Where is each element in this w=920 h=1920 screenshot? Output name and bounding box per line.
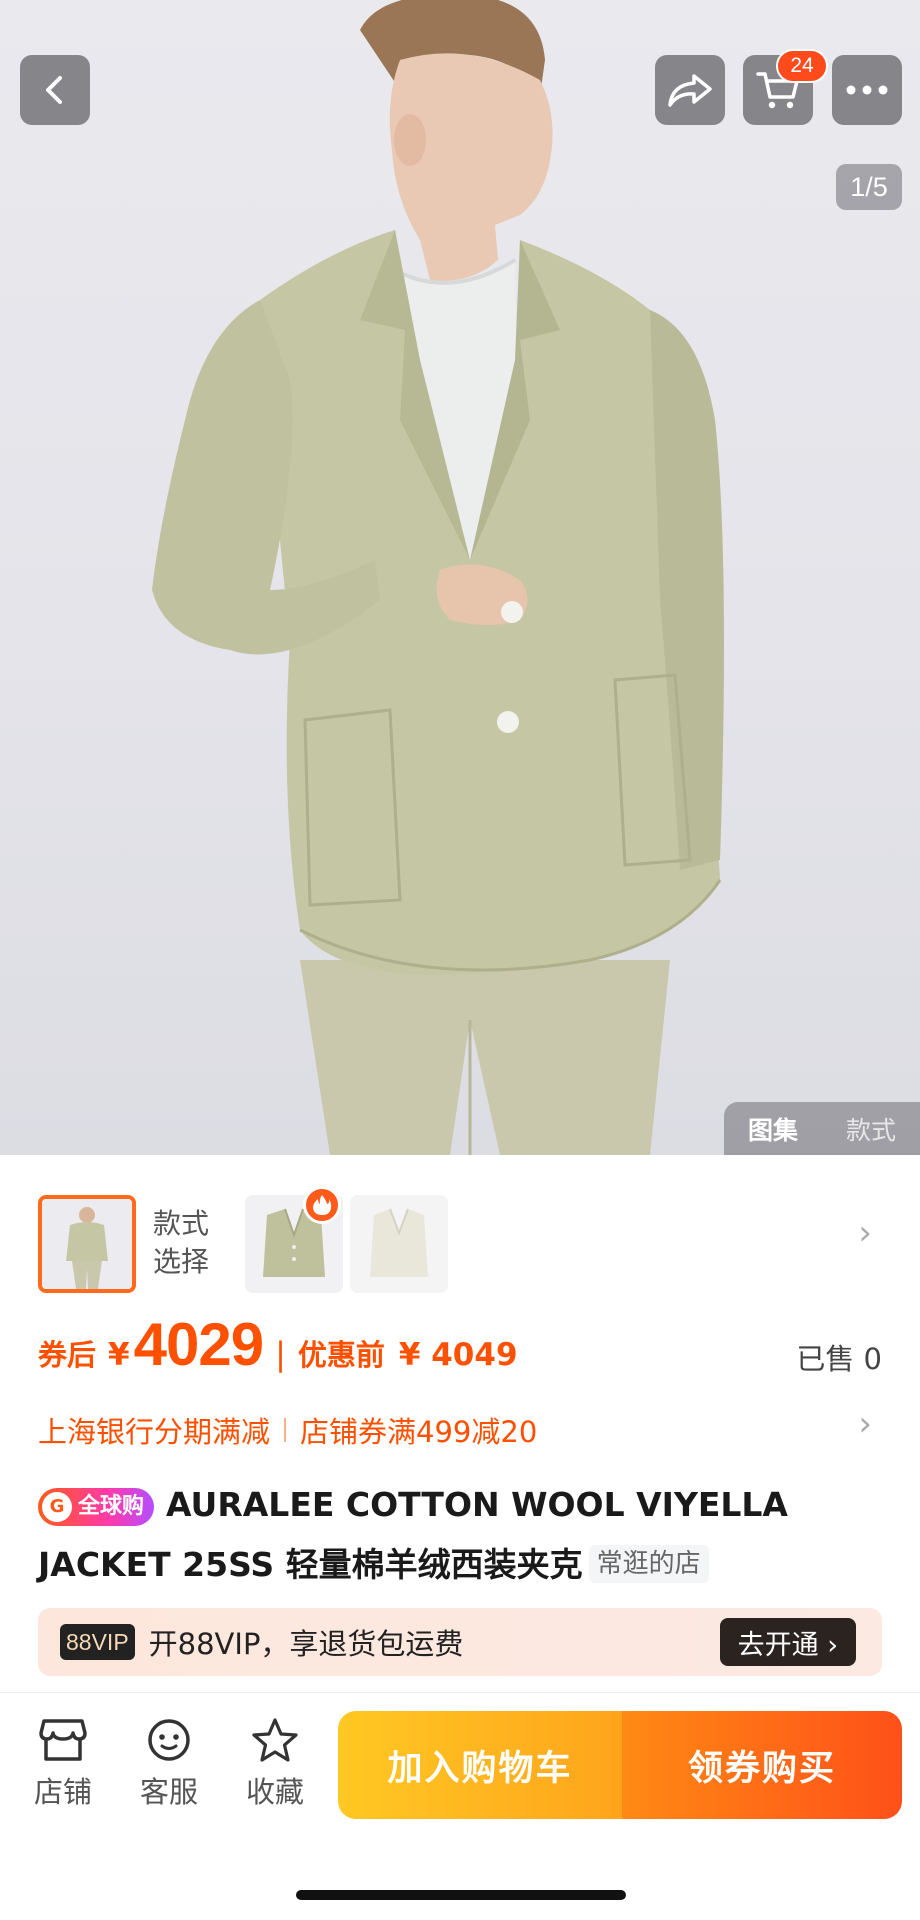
gallery-page-indicator: 1/5 [836,164,902,210]
star-icon [252,1718,298,1762]
global-purchase-badge: G 全球购 [38,1488,155,1526]
promo-divider [284,1418,287,1442]
tab-styles[interactable]: 款式 [822,1111,920,1147]
before-discount-price: ¥ 4049 [398,1337,518,1373]
product-title: G 全球购 AURALEE COTTON WOOL VIYELLA JACKET… [38,1475,888,1595]
currency-symbol: ¥ [108,1337,130,1373]
flame-icon [303,1186,341,1224]
favorite-label: 收藏 [245,1775,304,1809]
style-select-label: 款式 选择 [153,1205,223,1281]
home-indicator[interactable] [296,1890,626,1900]
vip-badge: 88VIP [60,1624,135,1660]
promo-bank-installment: 上海银行分期满减 [38,1415,271,1449]
style-thumb-image [42,1199,132,1289]
vip-activate-button[interactable]: 去开通 › [719,1618,856,1666]
chevron-left-icon [46,76,62,104]
customer-service-label: 客服 [139,1775,198,1809]
style-label-line1: 款式 [153,1207,210,1240]
chevron-right-icon[interactable]: › [858,1213,872,1253]
back-button[interactable] [20,55,90,125]
bottom-action-bar: 店铺 客服 收藏 加入购物车 领券购买 [0,1692,920,1920]
share-arrow-icon [668,74,712,107]
promo-store-coupon: 店铺券满499减20 [300,1415,538,1449]
product-photo [152,0,724,1155]
price-row: 券后 ¥ 4029 | 优惠前 ¥ 4049 [38,1310,518,1390]
vip-benefit-text: 开88VIP，享退货包运费 [148,1627,464,1661]
product-image-gallery[interactable]: 24 1/5 图集 款式 [0,0,920,1155]
style-thumb-3[interactable] [350,1195,448,1293]
after-coupon-price: 4029 [133,1311,264,1378]
store-icon [39,1719,87,1761]
customer-service-icon [148,1719,190,1761]
promotions-row[interactable]: 上海银行分期满减 店铺券满499减20 [38,1405,537,1455]
promo-chevron-right-icon[interactable]: › [858,1404,872,1444]
store-button[interactable]: 店铺 [18,1717,108,1811]
store-label: 店铺 [33,1775,92,1809]
share-button[interactable] [655,55,725,125]
tab-gallery[interactable]: 图集 [724,1111,822,1147]
after-coupon-label: 券后 [38,1338,97,1372]
before-discount-label: 优惠前 [297,1338,385,1372]
favorite-button[interactable]: 收藏 [230,1717,320,1811]
style-thumb-1[interactable] [38,1195,136,1293]
add-to-cart-button[interactable]: 加入购物车 [338,1711,622,1819]
more-button[interactable] [832,55,902,125]
cart-count-badge: 24 [776,49,828,83]
buy-with-coupon-button[interactable]: 领券购买 [622,1711,902,1819]
gallery-view-tabs: 图集 款式 [724,1102,920,1155]
global-badge-label: 全球购 [78,1494,145,1519]
global-logo-icon: G [42,1492,72,1522]
style-selector[interactable]: 款式 选择 › [0,1175,920,1295]
vip-banner[interactable]: 88VIP 开88VIP，享退货包运费 去开通 › [38,1608,882,1676]
sold-count: 已售 0 [796,1342,882,1376]
style-thumb-image [350,1195,448,1293]
cart-button[interactable]: 24 [743,49,828,125]
frequent-shop-tag: 常逛的店 [588,1545,709,1583]
style-label-line2: 选择 [153,1245,210,1278]
price-separator: | [275,1335,286,1373]
customer-service-button[interactable]: 客服 [124,1717,214,1811]
more-dots-icon [846,85,888,95]
